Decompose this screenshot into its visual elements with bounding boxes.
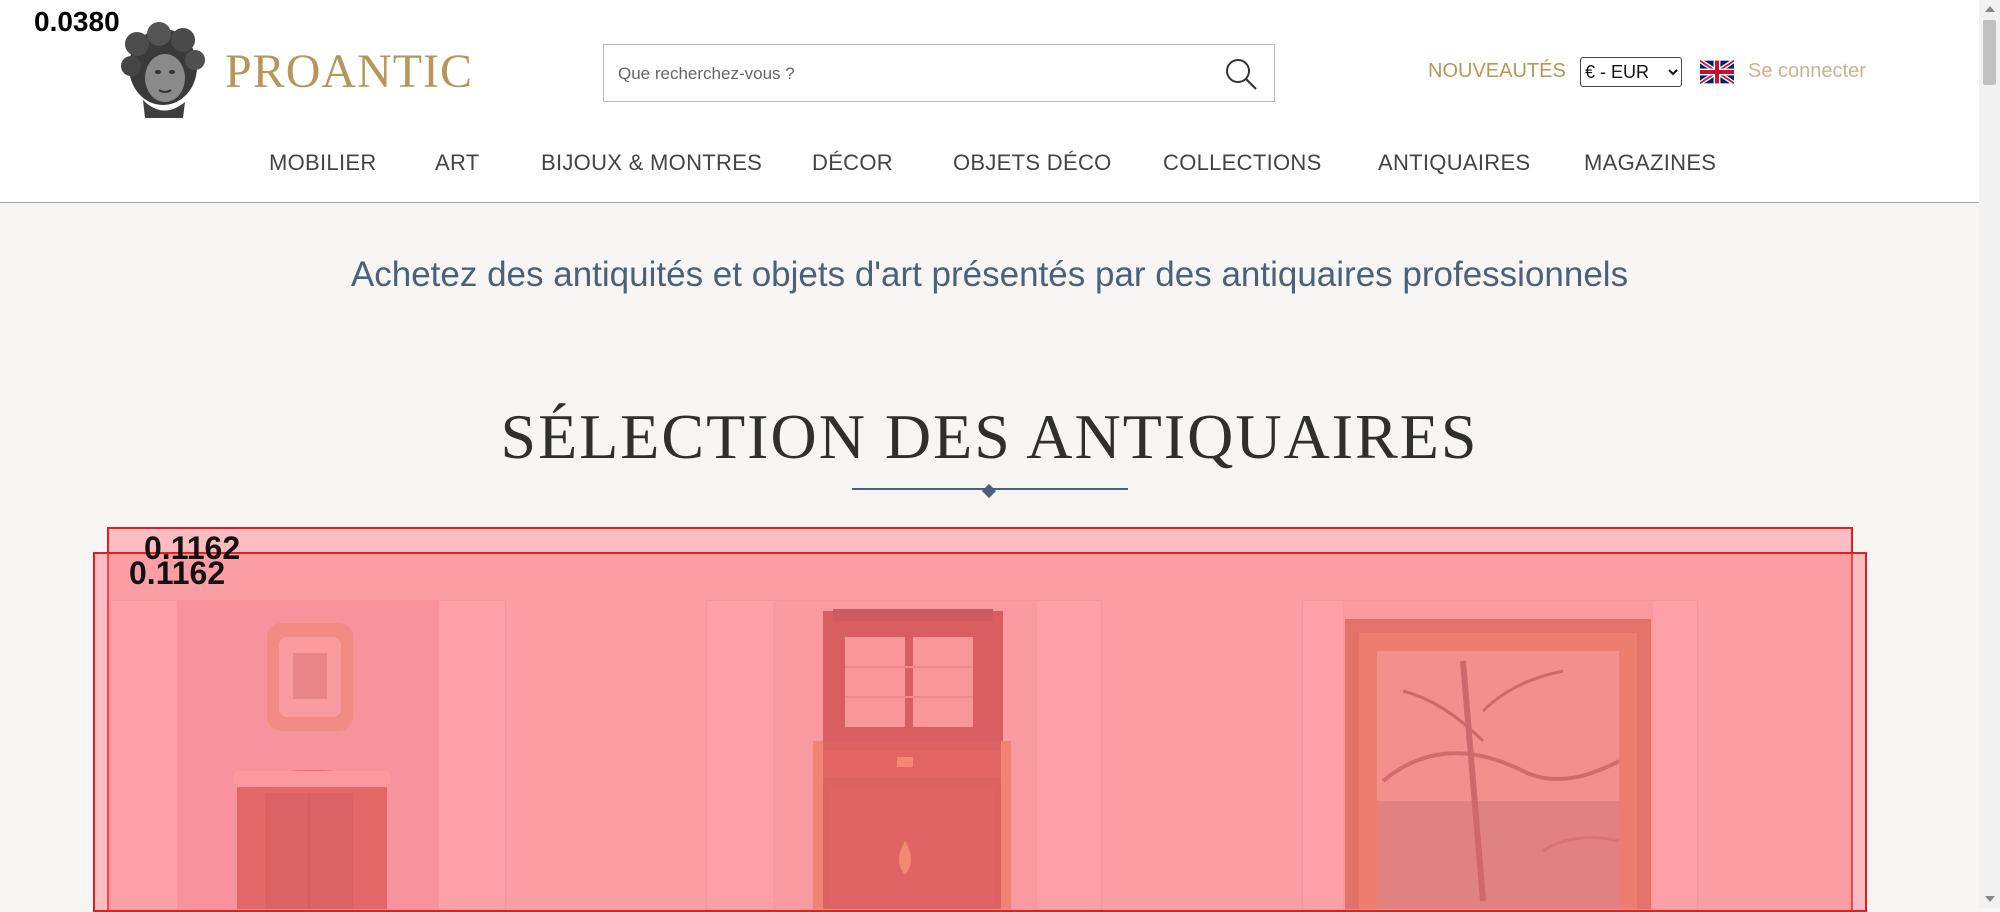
search-box: [603, 44, 1275, 102]
nav-item-collections[interactable]: COLLECTIONS: [1163, 150, 1322, 176]
nav-item-bijoux-montres[interactable]: BIJOUX & MONTRES: [541, 150, 762, 176]
nav-item-mobilier[interactable]: MOBILIER: [269, 150, 377, 176]
page-tagline: Achetez des antiquités et objets d'art p…: [350, 255, 1629, 294]
currency-select[interactable]: € - EUR: [1580, 57, 1682, 87]
site-header: PROANTIC NOUVEAUTÉS € - EUR Se connecter…: [0, 0, 1979, 203]
login-link[interactable]: Se connecter: [1748, 60, 1866, 83]
nav-item-art[interactable]: ART: [435, 150, 480, 176]
search-input[interactable]: [616, 59, 1200, 89]
search-icon[interactable]: [1224, 57, 1258, 91]
overlay-box-2-label: 0.1162: [129, 555, 226, 591]
logo-bust-icon[interactable]: [113, 22, 208, 122]
corner-score-label: 0.0380: [34, 6, 120, 37]
overlay-box-2: [93, 552, 1867, 912]
brand-logo-text[interactable]: PROANTIC: [225, 44, 473, 99]
nav-item-decor[interactable]: DÉCOR: [812, 150, 893, 176]
section-title: SÉLECTION DES ANTIQUAIRES: [500, 401, 1479, 472]
uk-flag-icon[interactable]: [1700, 60, 1734, 84]
new-arrivals-link[interactable]: NOUVEAUTÉS: [1428, 60, 1566, 83]
divider-diamond: [981, 483, 997, 499]
scrollbar-thumb[interactable]: [1983, 20, 1996, 85]
nav-item-antiquaires[interactable]: ANTIQUAIRES: [1378, 150, 1530, 176]
page-scrollbar[interactable]: [1979, 0, 2000, 908]
nav-item-magazines[interactable]: MAGAZINES: [1584, 150, 1716, 176]
nav-item-objets-deco[interactable]: OBJETS DÉCO: [953, 150, 1112, 176]
main-nav: MOBILIER ART BIJOUX & MONTRES DÉCOR OBJE…: [0, 150, 1979, 180]
scroll-down-arrow-icon[interactable]: [1985, 896, 1995, 902]
scroll-up-arrow-icon[interactable]: [1985, 6, 1995, 12]
